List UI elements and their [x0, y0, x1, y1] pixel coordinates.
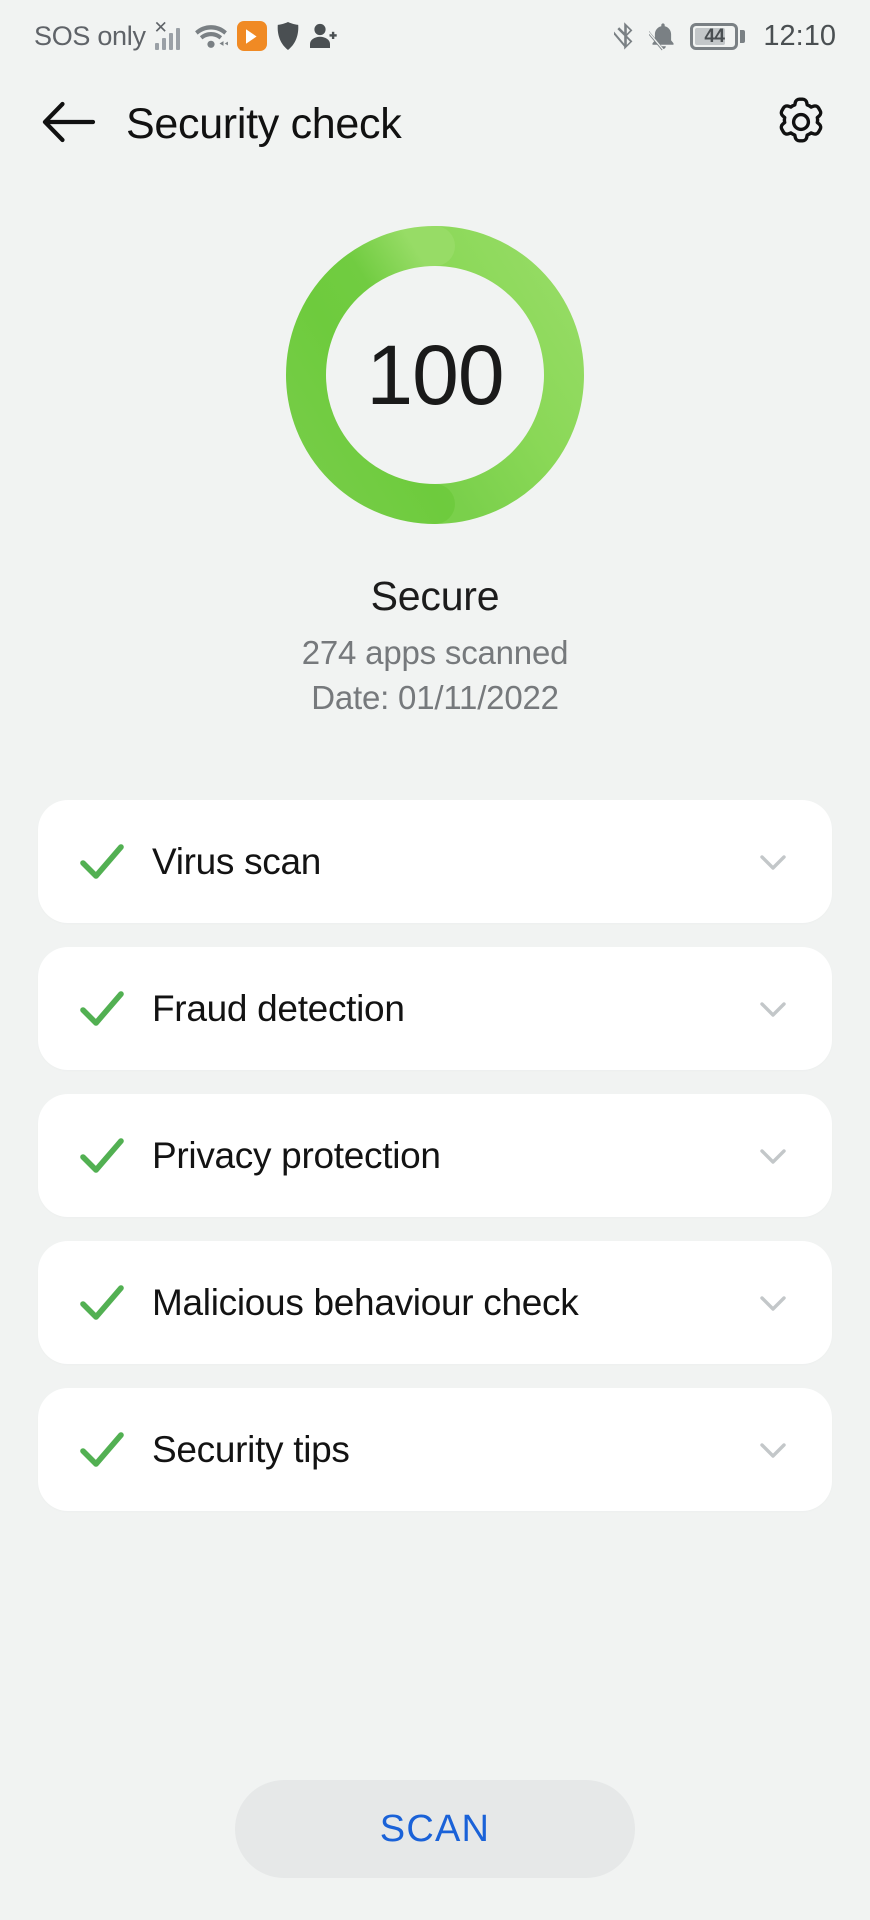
shield-icon: [276, 21, 300, 51]
back-button[interactable]: [38, 94, 100, 156]
chevron-down-icon[interactable]: [750, 1280, 796, 1326]
check-icon: [74, 834, 130, 890]
apps-scanned-label: 274 apps scanned: [301, 634, 569, 671]
check-item-label: Security tips: [152, 1428, 350, 1470]
score-value: 100: [366, 327, 504, 422]
scan-button-label: SCAN: [379, 1807, 491, 1850]
back-arrow-icon: [42, 101, 96, 148]
chevron-down-icon[interactable]: [750, 1133, 796, 1179]
battery-icon: 44: [690, 22, 746, 50]
wifi-icon: [194, 22, 228, 50]
scan-button-area: SCAN: [0, 1780, 870, 1878]
clock-label: 12:10: [763, 19, 836, 52]
gear-icon: [775, 96, 827, 153]
check-list: Virus scan Fraud detection Privacy prote…: [0, 800, 870, 1535]
check-icon: [74, 1275, 130, 1331]
check-item-label: Fraud detection: [152, 987, 405, 1029]
check-item-virus-scan[interactable]: Virus scan: [38, 800, 832, 923]
status-bar: SOS only ✕ 44 12:10: [0, 0, 870, 72]
score-section: 100 Secure 274 apps scanned Date: 01/11/…: [0, 225, 870, 717]
scan-button[interactable]: SCAN: [235, 1780, 635, 1878]
settings-button[interactable]: [770, 94, 832, 156]
chevron-down-icon[interactable]: [750, 839, 796, 885]
status-bar-left: SOS only ✕: [34, 19, 337, 52]
carrier-label: SOS only: [34, 20, 146, 51]
battery-level-label: 44: [704, 25, 725, 47]
check-icon: [74, 981, 130, 1037]
status-bar-right: 44 12:10: [607, 19, 836, 53]
check-icon: [74, 1128, 130, 1184]
security-status-label: Secure: [370, 573, 500, 619]
page-title: Security check: [126, 100, 402, 148]
play-store-icon: [236, 21, 267, 51]
security-check-screen: SOS only ✕ 44 12:10 Security check 100 S…: [0, 0, 870, 1920]
check-item-label: Malicious behaviour check: [152, 1281, 579, 1323]
check-item-security-tips[interactable]: Security tips: [38, 1388, 832, 1511]
signal-no-service-icon: ✕: [154, 19, 185, 50]
bluetooth-icon: [607, 21, 636, 51]
app-bar: Security check: [0, 72, 870, 177]
check-item-label: Virus scan: [152, 840, 322, 882]
score-ring: 100: [285, 225, 585, 525]
notifications-silenced-icon: [642, 21, 677, 52]
chevron-down-icon[interactable]: [750, 1427, 796, 1473]
check-icon: [74, 1422, 130, 1478]
scan-date-label: Date: 01/11/2022: [311, 679, 559, 716]
check-item-label: Privacy protection: [152, 1134, 441, 1176]
check-item-privacy-protection[interactable]: Privacy protection: [38, 1094, 832, 1217]
person-add-icon: [309, 22, 337, 50]
check-item-fraud-detection[interactable]: Fraud detection: [38, 947, 832, 1070]
check-item-malicious-behaviour-check[interactable]: Malicious behaviour check: [38, 1241, 832, 1364]
chevron-down-icon[interactable]: [750, 986, 796, 1032]
